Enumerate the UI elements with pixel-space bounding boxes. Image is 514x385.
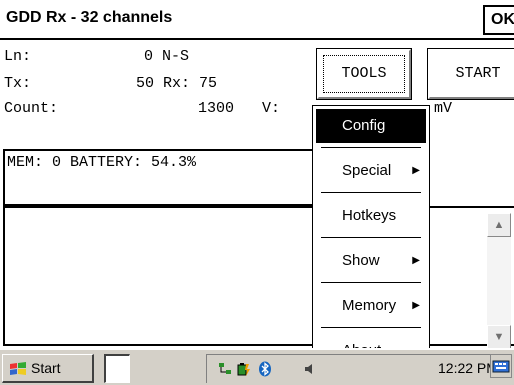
- menu-item-label: Config: [342, 117, 386, 134]
- volume-icon[interactable]: [303, 361, 319, 377]
- data-list[interactable]: [3, 206, 514, 346]
- memory-battery-text: MEM: 0 BATTERY: 54.3%: [7, 154, 197, 171]
- windows-logo-icon: [10, 362, 26, 375]
- taskbar: Start 12:22 PM: [0, 348, 514, 385]
- scroll-down-icon[interactable]: ▼: [487, 325, 511, 349]
- voltage-label: V:: [262, 100, 281, 117]
- line-label: Ln:: [4, 48, 32, 65]
- menu-item-config[interactable]: Config: [316, 109, 426, 143]
- bluetooth-icon[interactable]: [257, 361, 273, 377]
- menu-separator: [321, 147, 421, 148]
- menu-separator: [321, 327, 421, 328]
- scroll-up-icon[interactable]: ▲: [487, 213, 511, 237]
- menu-item-memory[interactable]: Memory ▶: [316, 289, 426, 323]
- line-value: 0 N-S: [144, 48, 190, 65]
- title-bar: GDD Rx - 32 channels OK: [0, 0, 514, 40]
- submenu-arrow-icon: ▶: [412, 255, 420, 266]
- menu-item-label: Memory: [342, 297, 397, 314]
- menu-item-hotkeys[interactable]: Hotkeys: [316, 199, 426, 233]
- start-label: START: [455, 65, 501, 82]
- count-label: Count:: [4, 100, 59, 117]
- submenu-arrow-icon: ▶: [412, 165, 420, 176]
- clock: 12:22 PM: [438, 360, 498, 376]
- start-button[interactable]: START: [427, 48, 514, 100]
- window-title: GDD Rx - 32 channels: [6, 9, 173, 26]
- task-slot[interactable]: [104, 354, 130, 383]
- menu-separator: [321, 282, 421, 283]
- scrollbar-track[interactable]: [487, 237, 511, 325]
- network-icon[interactable]: [217, 361, 233, 377]
- tools-button[interactable]: TOOLS: [316, 48, 412, 100]
- focus-rectangle: [323, 55, 405, 93]
- voltage-unit: mV: [434, 100, 453, 117]
- menu-item-show[interactable]: Show ▶: [316, 244, 426, 278]
- tx-rx-value: 50 Rx: 75: [136, 75, 218, 92]
- menu-item-label: Show: [342, 252, 380, 269]
- count-value: 1300: [198, 100, 235, 117]
- tools-menu: Config Special ▶ Hotkeys Show ▶ Memory ▶…: [312, 105, 430, 373]
- menu-item-label: Special: [342, 162, 392, 179]
- menu-separator: [321, 192, 421, 193]
- tx-label: Tx:: [4, 75, 32, 92]
- keyboard-icon[interactable]: [490, 354, 512, 378]
- menu-item-special[interactable]: Special ▶: [316, 154, 426, 188]
- start-label: Start: [31, 360, 61, 376]
- memory-status-box: MEM: 0 BATTERY: 54.3%: [3, 149, 323, 206]
- start-menu-button[interactable]: Start: [2, 354, 94, 383]
- submenu-arrow-icon: ▶: [412, 300, 420, 311]
- menu-item-label: Hotkeys: [342, 207, 397, 224]
- menu-separator: [321, 237, 421, 238]
- battery-icon[interactable]: [235, 361, 251, 377]
- ok-button[interactable]: OK: [483, 5, 514, 35]
